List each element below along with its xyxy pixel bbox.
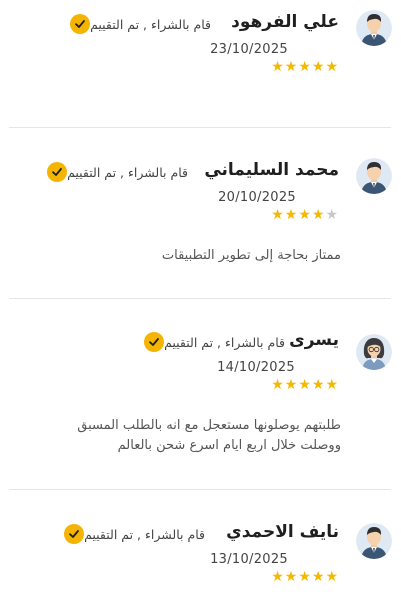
star-icon: ★ <box>284 59 298 75</box>
verified-label: قام بالشراء , تم التقييم <box>67 164 188 180</box>
check-icon <box>144 332 165 352</box>
star-icon: ★ <box>298 569 311 585</box>
star-icon: ★ <box>311 569 325 585</box>
star-icon: ★ <box>298 59 311 75</box>
verified-purchase-badge: قام بالشراء , تم التقييم <box>59 524 205 544</box>
reviews-list: علي الفرهود قام بالشراء , تم التقييم 23/… <box>0 0 401 607</box>
review-text: ممتاز بحاجة إلى تطوير التطبيقات <box>161 248 341 263</box>
review-item: نايف الاحمدي قام بالشراء , تم التقييم 13… <box>0 520 401 607</box>
star-icon: ★ <box>325 569 338 585</box>
reviewer-name: علي الفرهود <box>231 12 339 32</box>
star-icon: ★ <box>271 59 284 75</box>
check-icon <box>70 14 91 34</box>
divider <box>9 127 391 128</box>
star-icon: ★ <box>271 569 284 585</box>
star-rating: ★ ★ ★ ★ ★ <box>271 378 338 392</box>
divider <box>9 298 391 299</box>
female-avatar-icon <box>356 334 392 370</box>
male-avatar-icon <box>356 10 392 46</box>
star-icon: ★ <box>298 207 311 223</box>
star-icon: ★ <box>271 377 284 393</box>
star-icon: ★ <box>298 377 311 393</box>
male-avatar-icon <box>356 158 392 194</box>
verified-label: قام بالشراء , تم التقييم <box>84 526 205 542</box>
reviewer-name: محمد السليماني <box>204 160 339 180</box>
star-icon: ★ <box>284 569 298 585</box>
verified-purchase-badge: قام بالشراء , تم التقييم <box>65 14 211 34</box>
review-text-line: طلبتهم يوصلونها مستعجل مع انه بالطلب الم… <box>77 418 341 433</box>
star-icon: ★ <box>311 377 325 393</box>
star-rating: ★ ★ ★ ★ ★ <box>271 60 338 74</box>
review-date: 14/10/2025 <box>217 360 295 375</box>
review-date: 23/10/2025 <box>210 42 288 57</box>
star-icon: ★ <box>311 59 325 75</box>
verified-label: قام بالشراء , تم التقييم <box>164 334 285 350</box>
star-icon: ★ <box>325 207 338 223</box>
review-text: طلبتهم يوصلونها مستعجل مع انه بالطلب الم… <box>77 416 341 456</box>
verified-label: قام بالشراء , تم التقييم <box>90 16 211 32</box>
reviewer-name: نايف الاحمدي <box>226 522 339 542</box>
review-item: محمد السليماني قام بالشراء , تم التقييم … <box>0 158 401 278</box>
star-rating: ★ ★ ★ ★ ★ <box>271 208 338 222</box>
star-icon: ★ <box>284 377 298 393</box>
review-date: 20/10/2025 <box>218 190 296 205</box>
reviewer-name: يسرى <box>289 330 339 350</box>
verified-purchase-badge: قام بالشراء , تم التقييم <box>139 332 285 352</box>
review-item: يسرى قام بالشراء , تم التقييم 14/10/2025… <box>0 328 401 468</box>
star-icon: ★ <box>325 377 338 393</box>
star-rating: ★ ★ ★ ★ ★ <box>271 570 338 584</box>
verified-purchase-badge: قام بالشراء , تم التقييم <box>42 162 188 182</box>
male-avatar-icon <box>356 523 392 559</box>
divider <box>9 489 391 490</box>
review-item: علي الفرهود قام بالشراء , تم التقييم 23/… <box>0 10 401 120</box>
check-icon <box>64 524 85 544</box>
check-icon <box>47 162 68 182</box>
star-icon: ★ <box>284 207 298 223</box>
star-icon: ★ <box>311 207 325 223</box>
review-date: 13/10/2025 <box>210 552 288 567</box>
star-icon: ★ <box>325 59 338 75</box>
review-text-line: ووصلت خلال اربع ايام اسرع شحن بالعالم <box>117 438 341 453</box>
star-icon: ★ <box>271 207 284 223</box>
